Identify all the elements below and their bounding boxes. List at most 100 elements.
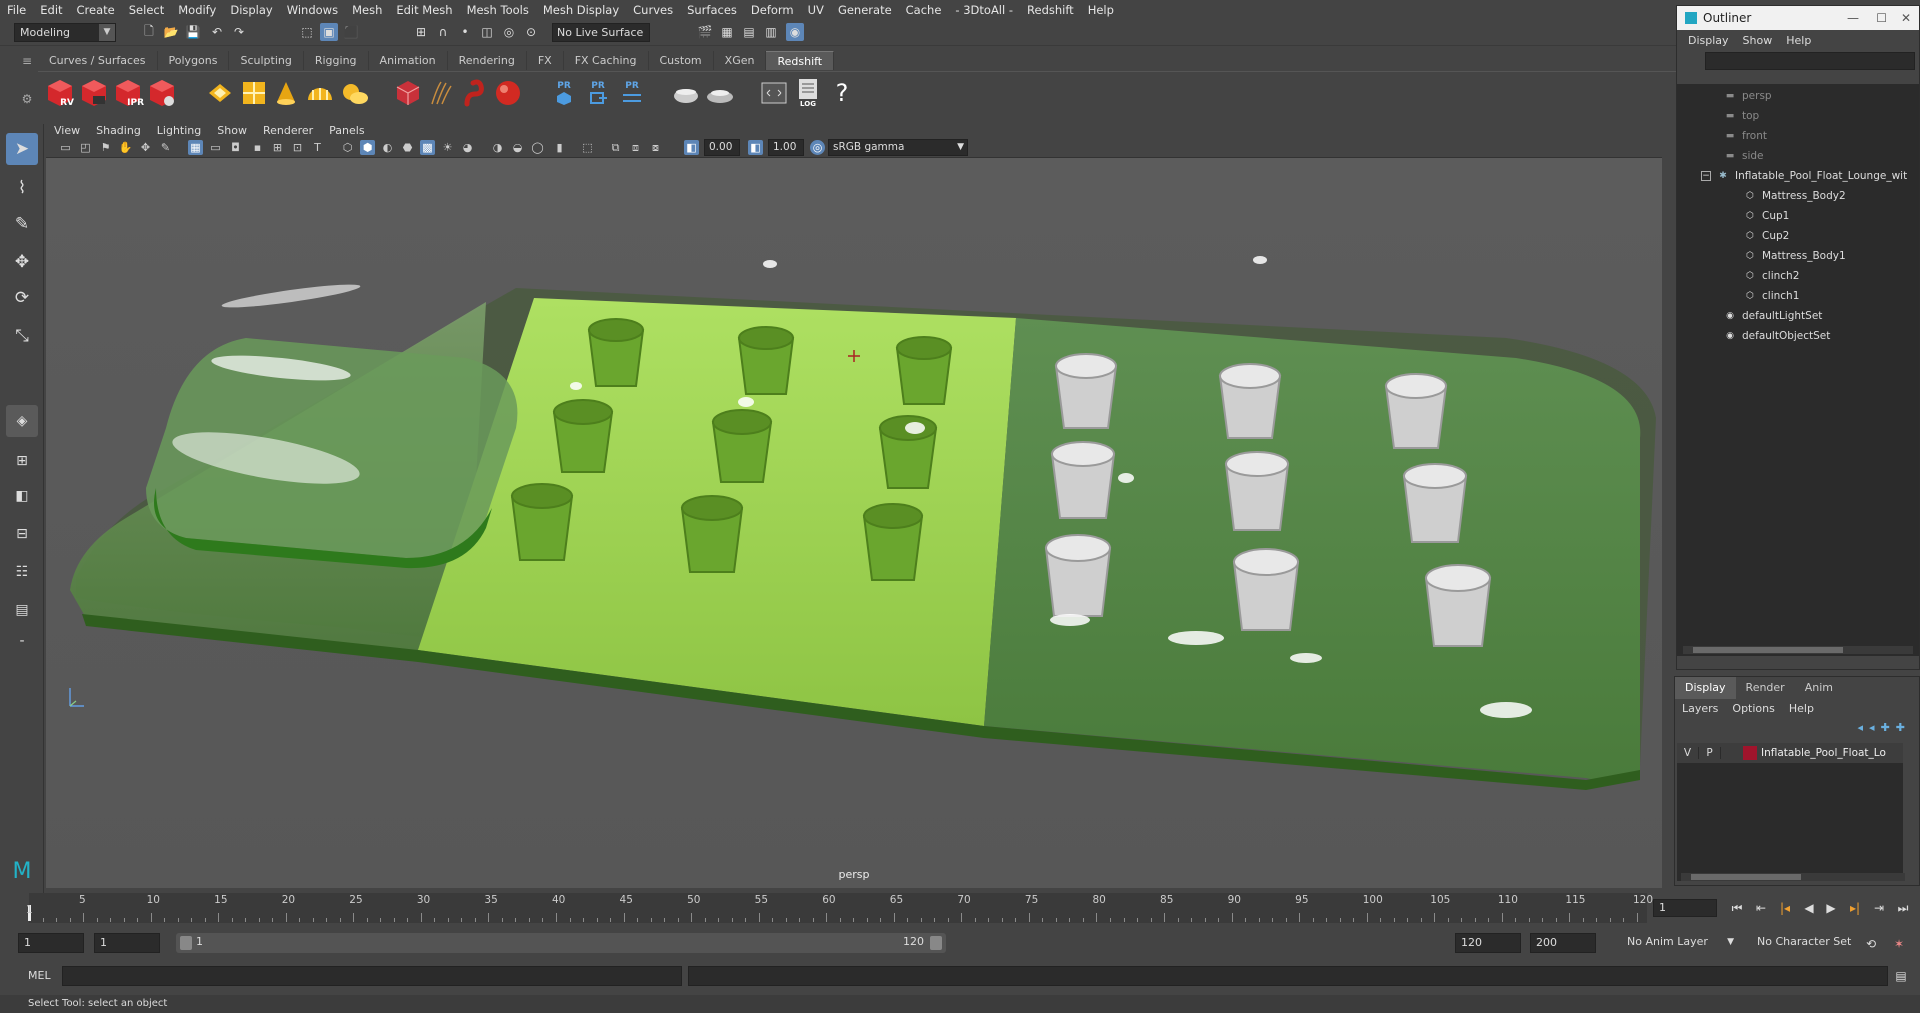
- layer-tab-anim[interactable]: Anim: [1795, 677, 1843, 699]
- menu-set-dropdown[interactable]: Modeling ▼: [14, 23, 116, 42]
- outliner-item-mesh[interactable]: ⬡ clinch2: [1743, 266, 1799, 286]
- panel-menu-view[interactable]: View: [46, 124, 88, 137]
- use-default-material-icon[interactable]: ◐: [380, 140, 395, 155]
- gamma-field[interactable]: 1.00: [768, 139, 804, 156]
- redshift-pr-icon-2[interactable]: PR: [582, 76, 614, 110]
- outliner-item-group[interactable]: − ✱ Inflatable_Pool_Float_Lounge_wit: [1701, 166, 1907, 186]
- safe-action-icon[interactable]: ⊡: [290, 140, 305, 155]
- smooth-shade-icon[interactable]: ⬢: [360, 140, 375, 155]
- bookmark-icon[interactable]: ⚑: [98, 140, 113, 155]
- hypershade-layout-icon[interactable]: ▤: [6, 594, 38, 626]
- shelf-tab-fx[interactable]: FX: [527, 51, 564, 70]
- scale-tool-icon[interactable]: ⤡: [6, 320, 38, 352]
- shelf-tab-rendering[interactable]: Rendering: [448, 51, 527, 70]
- redshift-settings-icon[interactable]: [146, 76, 178, 110]
- range-end-handle[interactable]: [930, 936, 942, 950]
- select-tool-icon[interactable]: ➤: [6, 133, 38, 165]
- xray-icon[interactable]: ⧉: [608, 140, 623, 155]
- viewport-persp[interactable]: persp: [46, 158, 1662, 888]
- grease-pencil-icon[interactable]: ✎: [158, 140, 173, 155]
- exposure-icon[interactable]: ◧: [684, 140, 699, 155]
- go-to-start-icon[interactable]: ⏮: [1728, 899, 1746, 917]
- menu-curves[interactable]: Curves: [626, 0, 680, 20]
- redshift-help-icon[interactable]: ?: [826, 76, 858, 110]
- gamma-icon[interactable]: ◧: [748, 140, 763, 155]
- graph-persp-layout-icon[interactable]: ☷: [6, 556, 38, 588]
- menu-edit[interactable]: Edit: [33, 0, 69, 20]
- command-input[interactable]: [62, 966, 682, 986]
- resolution-gate-icon[interactable]: ◘: [228, 140, 243, 155]
- new-layer-icon[interactable]: ✚: [1881, 721, 1890, 734]
- shadows-icon[interactable]: ◕: [460, 140, 475, 155]
- select-hierarchy-icon[interactable]: ⬚: [298, 23, 316, 41]
- redshift-dome-light-icon[interactable]: [304, 76, 336, 110]
- play-forwards-icon[interactable]: ▶: [1822, 899, 1840, 917]
- redshift-volume-icon[interactable]: [460, 76, 492, 110]
- shelf-tab-rigging[interactable]: Rigging: [304, 51, 369, 70]
- safe-title-icon[interactable]: T: [310, 140, 325, 155]
- snap-point-icon[interactable]: •: [456, 23, 474, 41]
- panel-menu-shading[interactable]: Shading: [88, 124, 149, 137]
- redshift-sphere-icon[interactable]: [492, 76, 524, 110]
- gate-mask-icon[interactable]: ▪: [250, 140, 265, 155]
- live-surface-field[interactable]: No Live Surface: [552, 23, 650, 42]
- move-layer-up-icon[interactable]: ◂: [1858, 721, 1864, 734]
- redshift-script-icon[interactable]: [758, 76, 790, 110]
- outliner-item-mesh[interactable]: ⬡ Cup1: [1743, 206, 1789, 226]
- snap-grid-icon[interactable]: ⊞: [412, 23, 430, 41]
- menu-mesh[interactable]: Mesh: [345, 0, 389, 20]
- four-view-layout-icon[interactable]: ⊞: [6, 445, 38, 477]
- shelf-tab-custom[interactable]: Custom: [649, 51, 714, 70]
- depth-of-field-icon[interactable]: ▮: [552, 140, 567, 155]
- current-frame-field[interactable]: 1: [1653, 899, 1717, 917]
- panel-menu-panels[interactable]: Panels: [321, 124, 372, 137]
- shelf-tab-xgen[interactable]: XGen: [714, 51, 767, 70]
- open-scene-icon[interactable]: 📂: [162, 23, 180, 41]
- range-slider[interactable]: 1 120: [176, 933, 946, 953]
- menu-windows[interactable]: Windows: [280, 0, 345, 20]
- redshift-render-icon[interactable]: [78, 76, 110, 110]
- film-gate-icon[interactable]: ▭: [208, 140, 223, 155]
- outliner-search-input[interactable]: [1705, 52, 1915, 70]
- shelf-tab-polygons[interactable]: Polygons: [158, 51, 230, 70]
- single-view-layout-icon[interactable]: ◈: [6, 405, 38, 437]
- layer-menu-options[interactable]: Options: [1725, 702, 1781, 715]
- side-by-side-layout-icon[interactable]: ◧: [6, 480, 38, 512]
- motion-blur-icon[interactable]: ◒: [510, 140, 525, 155]
- layer-menu-help[interactable]: Help: [1782, 702, 1821, 715]
- render-current-icon[interactable]: ▦: [718, 23, 736, 41]
- menu-redshift[interactable]: Redshift: [1020, 0, 1081, 20]
- outliner-item-mesh[interactable]: ⬡ Mattress_Body1: [1743, 246, 1846, 266]
- menu-select[interactable]: Select: [122, 0, 171, 20]
- range-start-handle[interactable]: [180, 936, 192, 950]
- go-to-end-icon[interactable]: ⏭: [1894, 899, 1912, 917]
- screen-space-ao-icon[interactable]: ◑: [490, 140, 505, 155]
- character-set-dropdown[interactable]: No Character Set: [1752, 933, 1864, 953]
- menu-surfaces[interactable]: Surfaces: [680, 0, 744, 20]
- wireframe-on-shaded-icon[interactable]: ⬣: [400, 140, 415, 155]
- step-forward-key-icon[interactable]: ⇥: [1870, 899, 1888, 917]
- paint-select-tool-icon[interactable]: ✎: [6, 208, 38, 240]
- outliner-menu-display[interactable]: Display: [1681, 34, 1736, 47]
- panel-menu-renderer[interactable]: Renderer: [255, 124, 321, 137]
- outliner-menu-help[interactable]: Help: [1779, 34, 1818, 47]
- textured-icon[interactable]: ▩: [420, 140, 435, 155]
- scene-end-field[interactable]: 200: [1530, 933, 1596, 953]
- menu-mesh-tools[interactable]: Mesh Tools: [460, 0, 536, 20]
- layer-name[interactable]: Inflatable_Pool_Float_Lo: [1761, 747, 1891, 759]
- image-plane-icon[interactable]: ✋: [118, 140, 133, 155]
- redshift-pr-icon-3[interactable]: PR: [616, 76, 648, 110]
- layer-visibility-toggle[interactable]: V: [1677, 747, 1699, 759]
- redshift-plane-light-icon[interactable]: [204, 76, 236, 110]
- rotate-tool-icon[interactable]: ⟳: [6, 282, 38, 314]
- outliner-item-top[interactable]: ▬ top: [1723, 106, 1759, 126]
- shelf-tab-fx-caching[interactable]: FX Caching: [564, 51, 649, 70]
- redshift-hair-icon[interactable]: [426, 76, 458, 110]
- shelf-tab-curves-surfaces[interactable]: Curves / Surfaces: [38, 51, 158, 70]
- shelf-tab-sculpting[interactable]: Sculpting: [229, 51, 304, 70]
- snap-view-icon[interactable]: ◫: [478, 23, 496, 41]
- shelf-tab-animation[interactable]: Animation: [369, 51, 448, 70]
- redshift-material-bowl-icon[interactable]: [670, 76, 702, 110]
- menu-help[interactable]: Help: [1081, 0, 1121, 20]
- save-scene-icon[interactable]: 💾: [184, 23, 202, 41]
